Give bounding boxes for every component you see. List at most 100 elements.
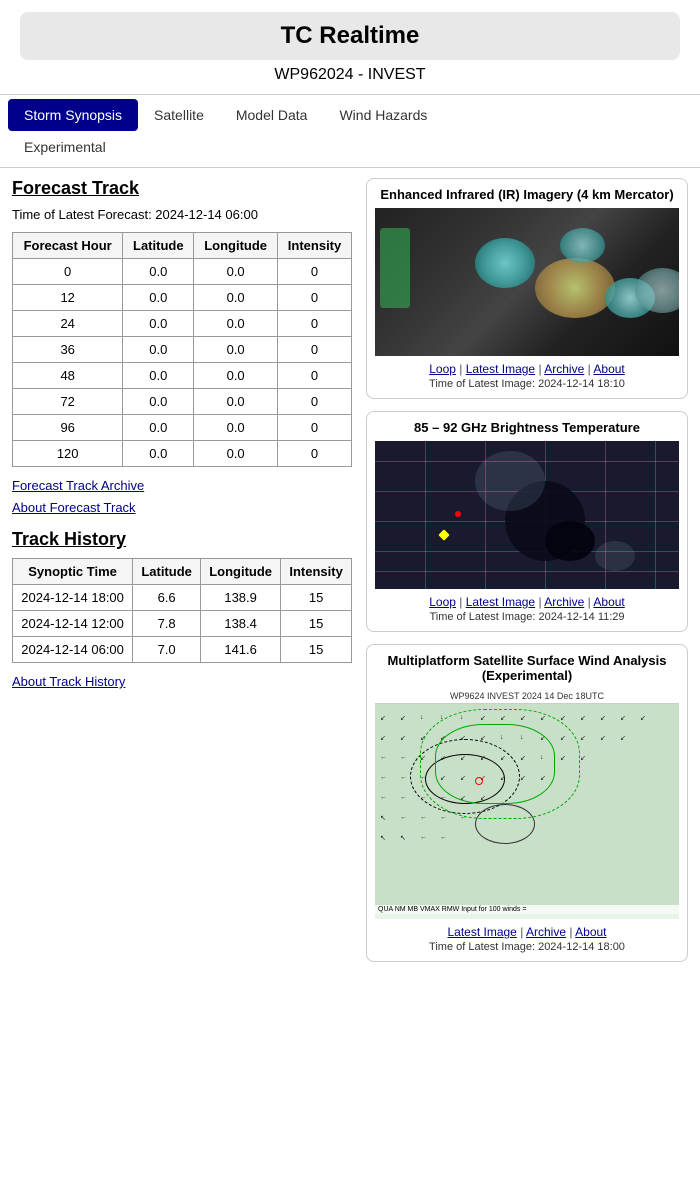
left-panel: Forecast Track Time of Latest Forecast: … [12, 178, 352, 962]
forecast-lon-cell: 0.0 [194, 311, 278, 337]
history-time-cell: 2024-12-14 06:00 [13, 637, 133, 663]
forecast-lat-cell: 0.0 [123, 441, 194, 467]
history-lon-cell: 138.9 [201, 585, 281, 611]
forecast-intensity-cell: 0 [278, 363, 352, 389]
nav-item-storm-synopsis[interactable]: Storm Synopsis [8, 99, 138, 131]
forecast-lat-cell: 0.0 [123, 285, 194, 311]
ghz-image-time: Time of Latest Image: 2024-12-14 11:29 [375, 611, 679, 623]
ghz-image-title: 85 – 92 GHz Brightness Temperature [375, 420, 679, 435]
ghz-archive-link[interactable]: Archive [544, 595, 584, 609]
nav-item-experimental[interactable]: Experimental [8, 131, 692, 163]
history-intensity-cell: 15 [281, 611, 352, 637]
history-lon-cell: 141.6 [201, 637, 281, 663]
forecast-intensity-cell: 0 [278, 441, 352, 467]
forecast-intensity-cell: 0 [278, 285, 352, 311]
forecast-intensity-cell: 0 [278, 389, 352, 415]
ir-image-card: Enhanced Infrared (IR) Imagery (4 km Mer… [366, 178, 688, 399]
forecast-lon-cell: 0.0 [194, 415, 278, 441]
history-lat-cell: 7.0 [133, 637, 201, 663]
wind-footer-text: QUA NM MB VMAX RMW Input for 100 winds = [378, 906, 526, 913]
forecast-lat-cell: 0.0 [123, 311, 194, 337]
ir-archive-link[interactable]: Archive [544, 362, 584, 376]
ghz-loop-link[interactable]: Loop [429, 595, 456, 609]
forecast-lon-cell: 0.0 [194, 441, 278, 467]
forecast-hour-cell: 48 [13, 363, 123, 389]
forecast-track-archive-link[interactable]: Forecast Track Archive [12, 478, 144, 493]
forecast-intensity-cell: 0 [278, 415, 352, 441]
forecast-lat-cell: 0.0 [123, 259, 194, 285]
col-lat-hist: Latitude [133, 559, 201, 585]
forecast-track-title: Forecast Track [12, 178, 352, 199]
forecast-lat-cell: 0.0 [123, 389, 194, 415]
forecast-lon-cell: 0.0 [194, 389, 278, 415]
ghz-latest-link[interactable]: Latest Image [466, 595, 535, 609]
ir-image-time: Time of Latest Image: 2024-12-14 18:10 [375, 378, 679, 390]
right-panel: Enhanced Infrared (IR) Imagery (4 km Mer… [366, 178, 688, 962]
col-synoptic-time: Synoptic Time [13, 559, 133, 585]
col-longitude: Longitude [194, 233, 278, 259]
ghz-about-link[interactable]: About [593, 595, 624, 609]
forecast-table-row: 12 0.0 0.0 0 [13, 285, 352, 311]
forecast-hour-cell: 72 [13, 389, 123, 415]
history-lat-cell: 6.6 [133, 585, 201, 611]
nav-item-satellite[interactable]: Satellite [138, 99, 220, 131]
wind-latest-link[interactable]: Latest Image [447, 925, 516, 939]
forecast-hour-cell: 120 [13, 441, 123, 467]
history-intensity-cell: 15 [281, 637, 352, 663]
ir-loop-link[interactable]: Loop [429, 362, 456, 376]
forecast-intensity-cell: 0 [278, 337, 352, 363]
forecast-table-row: 96 0.0 0.0 0 [13, 415, 352, 441]
col-lon-hist: Longitude [201, 559, 281, 585]
nav-bar: Storm Synopsis Satellite Model Data Wind… [0, 94, 700, 168]
history-time-cell: 2024-12-14 12:00 [13, 611, 133, 637]
track-history-table: Synoptic Time Latitude Longitude Intensi… [12, 558, 352, 663]
app-title-bar: TC Realtime [20, 12, 680, 60]
forecast-intensity-cell: 0 [278, 311, 352, 337]
ir-about-link[interactable]: About [593, 362, 624, 376]
ir-latest-link[interactable]: Latest Image [466, 362, 535, 376]
wind-about-link[interactable]: About [575, 925, 606, 939]
track-history-section: Synoptic Time Latitude Longitude Intensi… [12, 558, 352, 689]
history-intensity-cell: 15 [281, 585, 352, 611]
col-intensity: Intensity [278, 233, 352, 259]
forecast-table-row: 120 0.0 0.0 0 [13, 441, 352, 467]
forecast-hour-cell: 12 [13, 285, 123, 311]
wind-image-links: Latest Image | Archive | About [375, 925, 679, 939]
forecast-hour-cell: 96 [13, 415, 123, 441]
history-time-cell: 2024-12-14 18:00 [13, 585, 133, 611]
forecast-table-row: 36 0.0 0.0 0 [13, 337, 352, 363]
forecast-lat-cell: 0.0 [123, 415, 194, 441]
col-forecast-hour: Forecast Hour [13, 233, 123, 259]
forecast-table-row: 0 0.0 0.0 0 [13, 259, 352, 285]
forecast-table-row: 24 0.0 0.0 0 [13, 311, 352, 337]
forecast-time-label: Time of Latest Forecast: 2024-12-14 06:0… [12, 207, 352, 222]
wind-image-card: Multiplatform Satellite Surface Wind Ana… [366, 644, 688, 962]
ir-image-title: Enhanced Infrared (IR) Imagery (4 km Mer… [375, 187, 679, 202]
forecast-lon-cell: 0.0 [194, 259, 278, 285]
forecast-lat-cell: 0.0 [123, 363, 194, 389]
col-intensity-hist: Intensity [281, 559, 352, 585]
history-table-row: 2024-12-14 12:00 7.8 138.4 15 [13, 611, 352, 637]
wind-image-title: Multiplatform Satellite Surface Wind Ana… [375, 653, 679, 683]
nav-item-model-data[interactable]: Model Data [220, 99, 324, 131]
wind-archive-link[interactable]: Archive [526, 925, 566, 939]
forecast-lon-cell: 0.0 [194, 337, 278, 363]
wind-subtitle: WP9624 INVEST 2024 14 Dec 18UTC [375, 689, 679, 704]
forecast-track-section: Forecast Track Time of Latest Forecast: … [12, 178, 352, 515]
forecast-hour-cell: 36 [13, 337, 123, 363]
nav-item-wind-hazards[interactable]: Wind Hazards [323, 99, 443, 131]
storm-id: WP962024 - INVEST [0, 66, 700, 84]
app-title: TC Realtime [281, 22, 420, 49]
forecast-intensity-cell: 0 [278, 259, 352, 285]
about-forecast-track-link[interactable]: About Forecast Track [12, 500, 136, 515]
forecast-table-row: 48 0.0 0.0 0 [13, 363, 352, 389]
forecast-track-table: Forecast Hour Latitude Longitude Intensi… [12, 232, 352, 467]
ir-image-links: Loop | Latest Image | Archive | About [375, 362, 679, 376]
ghz-image-links: Loop | Latest Image | Archive | About [375, 595, 679, 609]
forecast-hour-cell: 0 [13, 259, 123, 285]
history-table-row: 2024-12-14 06:00 7.0 141.6 15 [13, 637, 352, 663]
track-history-title: Track History [12, 529, 352, 550]
forecast-lat-cell: 0.0 [123, 337, 194, 363]
about-track-history-link[interactable]: About Track History [12, 674, 125, 689]
history-lat-cell: 7.8 [133, 611, 201, 637]
